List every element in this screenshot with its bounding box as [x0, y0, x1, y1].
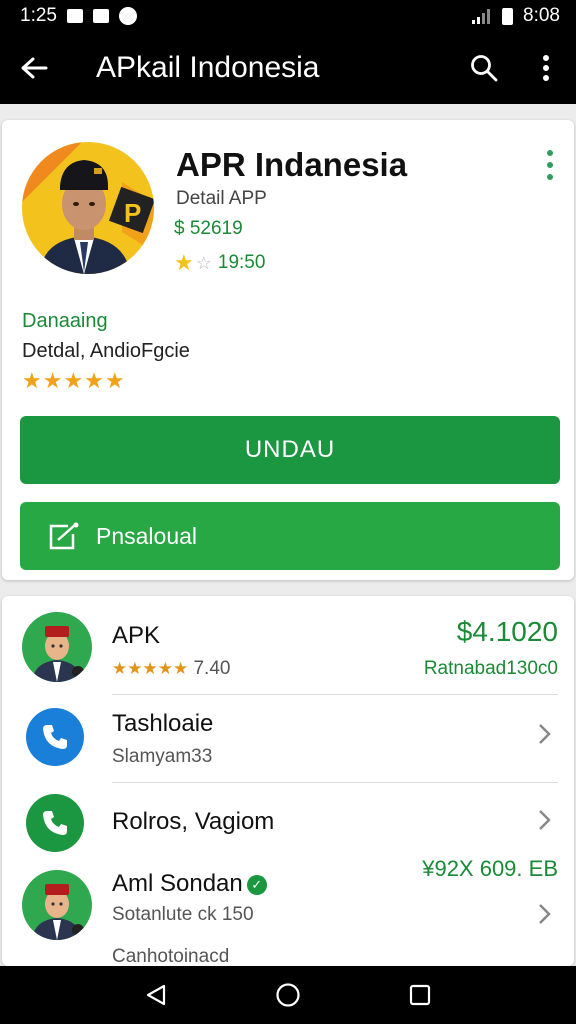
- more-dot-icon: [547, 150, 553, 156]
- list-item[interactable]: Rolros, Vagiom: [2, 784, 574, 864]
- list-item-title: Rolros, Vagiom: [112, 808, 275, 835]
- more-dot-icon: [547, 162, 553, 168]
- search-button[interactable]: [464, 48, 504, 88]
- more-dot-icon: [547, 174, 553, 180]
- star-rating: ★★★★★: [22, 368, 126, 393]
- search-icon: [471, 55, 498, 82]
- list-item-subtitle: Slamyam33: [112, 746, 213, 767]
- list-item-price: $4.1020: [456, 616, 558, 647]
- app-description: Detdal, AndioFgcie: [22, 340, 190, 362]
- more-vert-icon: [543, 55, 549, 81]
- app-price: $ 52619: [174, 218, 243, 239]
- app-avatar: P: [22, 142, 154, 274]
- list-item-rating-value: 7.40: [193, 658, 231, 679]
- list-item[interactable]: APK ★★★★★ 7.40 $4.1020 Ratnabad130c0: [2, 596, 574, 692]
- nav-back-button[interactable]: [138, 977, 174, 1013]
- app-detail-card: P APR Indanesia Detail APP $ 52619 ★ ☆ 1…: [2, 120, 574, 580]
- list-item[interactable]: Aml Sondan ✓ Sotanlute ck 150 Canhotoinac…: [2, 856, 574, 966]
- list-item-subtitle: Sotanlute ck 150: [112, 904, 254, 925]
- person-avatar-icon: [22, 870, 92, 940]
- app-subtitle: Detail APP: [176, 188, 267, 209]
- signal-icon: [472, 9, 491, 24]
- image-notification-icon: [66, 9, 83, 23]
- divider: [112, 782, 558, 783]
- list-item-title: Aml Sondan ✓: [112, 870, 267, 898]
- list-item-title: APK: [112, 622, 161, 649]
- chevron-right-icon: [539, 724, 551, 744]
- svg-text:P: P: [124, 198, 141, 228]
- square-recents-icon: [409, 984, 431, 1006]
- list-item[interactable]: Tashloaie Slamyam33: [2, 696, 574, 782]
- system-nav-bar: [0, 966, 576, 1024]
- app-bar: APkail Indonesia: [0, 32, 576, 104]
- list-item-price: ¥92X 609. EB: [422, 856, 558, 881]
- person-avatar-icon: P: [22, 142, 154, 274]
- star-filled-icon: ★: [174, 250, 194, 275]
- list-item-title: Tashloaie: [112, 710, 214, 737]
- nav-home-button[interactable]: [270, 977, 306, 1013]
- share-button-label: Pnsaloual: [96, 522, 198, 549]
- divider: [112, 694, 558, 695]
- arrow-left-icon: [21, 57, 48, 79]
- app-rating: ★ ☆ 19:50: [174, 250, 265, 276]
- verified-icon: ✓: [246, 874, 267, 895]
- triangle-back-icon: [146, 984, 166, 1006]
- install-button[interactable]: UNDAU: [20, 416, 560, 484]
- developer-name: Danaaing: [22, 310, 108, 332]
- record-notification-icon: [118, 7, 137, 25]
- chevron-right-icon: [539, 810, 551, 830]
- person-avatar-icon: [22, 612, 92, 682]
- app-list-card: APK ★★★★★ 7.40 $4.1020 Ratnabad130c0 Tas…: [2, 596, 574, 966]
- star-empty-icon: ☆: [195, 252, 212, 273]
- app-rating-text: 19:50: [217, 252, 266, 273]
- edit-square-icon: [49, 522, 79, 550]
- status-right: 8:08: [472, 5, 560, 27]
- phone-icon: [26, 794, 84, 852]
- page-title: APkail Indonesia: [96, 51, 320, 84]
- app-name: APR Indanesia: [176, 146, 408, 183]
- list-item-title-text: Aml Sondan: [112, 870, 243, 897]
- share-button[interactable]: Pnsaloual: [20, 502, 560, 570]
- overflow-menu-button[interactable]: [526, 48, 566, 88]
- message-notification-icon: [92, 9, 109, 23]
- phone-icon: [26, 708, 84, 766]
- nav-recents-button[interactable]: [402, 977, 438, 1013]
- status-left: 1:25: [20, 5, 137, 27]
- list-item-rating: ★★★★★ 7.40: [112, 658, 230, 680]
- card-overflow-button[interactable]: [542, 150, 558, 180]
- battery-icon: [502, 7, 514, 25]
- status-clock: 8:08: [523, 5, 560, 26]
- list-item-footer: Canhotoinacd: [112, 946, 230, 966]
- chevron-right-icon: [539, 904, 551, 924]
- list-item-meta: Ratnabad130c0: [423, 658, 558, 679]
- star-rating: ★★★★★: [112, 659, 189, 678]
- status-bar: 1:25 8:08: [0, 0, 576, 32]
- back-button[interactable]: [16, 50, 52, 86]
- circle-home-icon: [276, 983, 300, 1007]
- status-time: 1:25: [20, 5, 57, 26]
